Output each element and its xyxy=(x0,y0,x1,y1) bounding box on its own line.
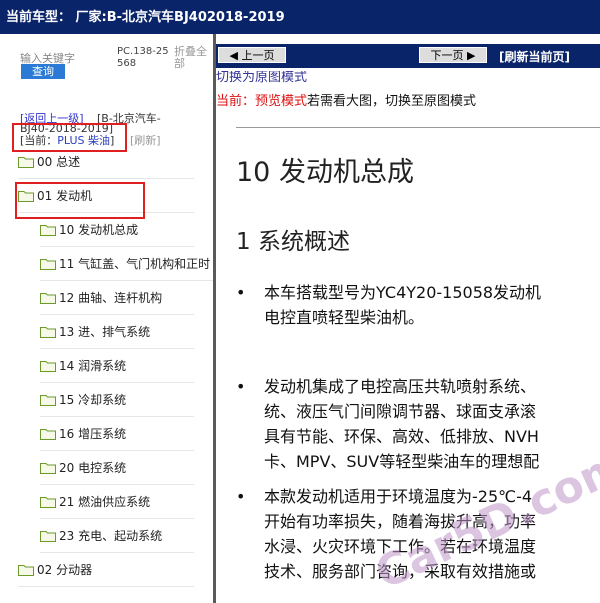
tree-item[interactable]: 13 进、排气系统 xyxy=(40,315,194,349)
tree-item[interactable]: 23 充电、起动系统 xyxy=(40,519,194,553)
document-paragraph-line: 统、液压气门间隙调节器、球面支承滚 xyxy=(264,402,537,421)
folder-icon xyxy=(18,564,34,576)
folder-icon xyxy=(40,258,56,270)
tree-item[interactable]: 12 曲轴、连杆机构 xyxy=(40,281,194,315)
tree-item[interactable]: 16 增压系统 xyxy=(40,417,194,451)
tree-item-label: 10 发动机总成 xyxy=(59,223,139,237)
preview-mode-notice: 当前：预览模式若需看大图，切换至原图模式 xyxy=(216,90,476,109)
document-paragraph-line: 发动机集成了电控高压共轨喷射系统、 xyxy=(264,377,537,396)
tree-item[interactable]: 14 润滑系统 xyxy=(40,349,194,383)
document-paragraph-line: 电控直喷轻型柴油机。 xyxy=(264,308,425,327)
current-model-label: 当前车型： 厂家:B-北京汽车BJ402018-2019 xyxy=(6,10,285,25)
folder-icon xyxy=(40,496,56,508)
next-page-label: 下一页 xyxy=(430,49,464,62)
top-bar: 当前车型： 厂家:B-北京汽车BJ402018-2019 xyxy=(0,0,600,34)
section-heading: 1 系统概述 xyxy=(236,229,350,255)
tree-item-label: 15 冷却系统 xyxy=(59,393,127,407)
prev-page-button[interactable]: ◀ 上一页 xyxy=(218,47,286,63)
collapse-all-link[interactable]: 折叠全部 xyxy=(174,46,210,70)
pc-code: PC.138-25568 xyxy=(117,46,169,69)
preview-prefix: 当前： xyxy=(216,94,256,109)
tree-item-label: 02 分动器 xyxy=(37,563,93,577)
folder-icon xyxy=(40,394,56,406)
preview-suffix: 若需看大图，切换至原图模式 xyxy=(307,94,477,109)
document-paragraph-line: 本车搭载型号为YC4Y20-15058发动机 xyxy=(264,283,542,302)
tree-item-label: 20 电控系统 xyxy=(59,461,127,475)
tree-item-label: 16 增压系统 xyxy=(59,427,127,441)
document-title: 10 发动机总成 xyxy=(236,157,414,188)
tree-item-label: 13 进、排气系统 xyxy=(59,325,151,339)
folder-icon xyxy=(40,530,56,542)
tree-item-label: 21 燃油供应系统 xyxy=(59,495,151,509)
prev-page-label: 上一页 xyxy=(241,49,275,62)
bullet-icon: • xyxy=(236,283,246,302)
refresh-page-link[interactable]: [刷新当前页] xyxy=(499,48,570,65)
folder-icon xyxy=(40,360,56,372)
folder-icon xyxy=(40,326,56,338)
tree-item[interactable]: 21 燃油供应系统 xyxy=(40,485,194,519)
tree-item[interactable]: 00 总述 xyxy=(18,145,194,179)
folder-icon xyxy=(40,224,56,236)
bullet-icon: • xyxy=(236,377,246,396)
next-arrow-icon: ▶ xyxy=(463,49,476,62)
bullet-icon: • xyxy=(236,487,246,506)
folder-icon xyxy=(18,156,34,168)
tree-item-label: 23 充电、起动系统 xyxy=(59,529,163,543)
document-pane: ◀ 上一页 下一页 ▶ [刷新当前页] 切换为原图模式 当前：预览模式若需看大图… xyxy=(216,34,600,603)
document-paragraph-line: 卡、MPV、SUV等轻型柴油车的理想配 xyxy=(264,452,540,471)
tree-item[interactable]: 02 分动器 xyxy=(18,553,194,587)
preview-mode-label: 预览模式 xyxy=(255,94,308,109)
tree-item-label: 00 总述 xyxy=(37,155,81,169)
switch-mode-link[interactable]: 切换为原图模式 xyxy=(216,71,307,84)
tree-item[interactable]: 15 冷却系统 xyxy=(40,383,194,417)
next-page-button[interactable]: 下一页 ▶ xyxy=(419,47,487,63)
prev-arrow-icon: ◀ xyxy=(229,49,242,62)
folder-icon xyxy=(40,428,56,440)
search-button[interactable]: 查询 xyxy=(21,64,65,79)
tree-item-label: 12 曲轴、连杆机构 xyxy=(59,291,163,305)
tree-item[interactable]: 11 气缸盖、气门机构和正时 xyxy=(40,247,213,281)
folder-icon xyxy=(40,292,56,304)
highlight-box-engine xyxy=(15,182,145,219)
folder-icon xyxy=(40,462,56,474)
tree-item[interactable]: 20 电控系统 xyxy=(40,451,194,485)
tree-item-label: 14 润滑系统 xyxy=(59,359,127,373)
document-rule xyxy=(236,127,600,128)
page-nav-bar: ◀ 上一页 下一页 ▶ [刷新当前页] xyxy=(216,44,600,68)
tree-item-label: 11 气缸盖、气门机构和正时 xyxy=(59,257,211,271)
document-paragraph-line: 具有节能、环保、高效、低排放、NVH xyxy=(264,427,539,446)
